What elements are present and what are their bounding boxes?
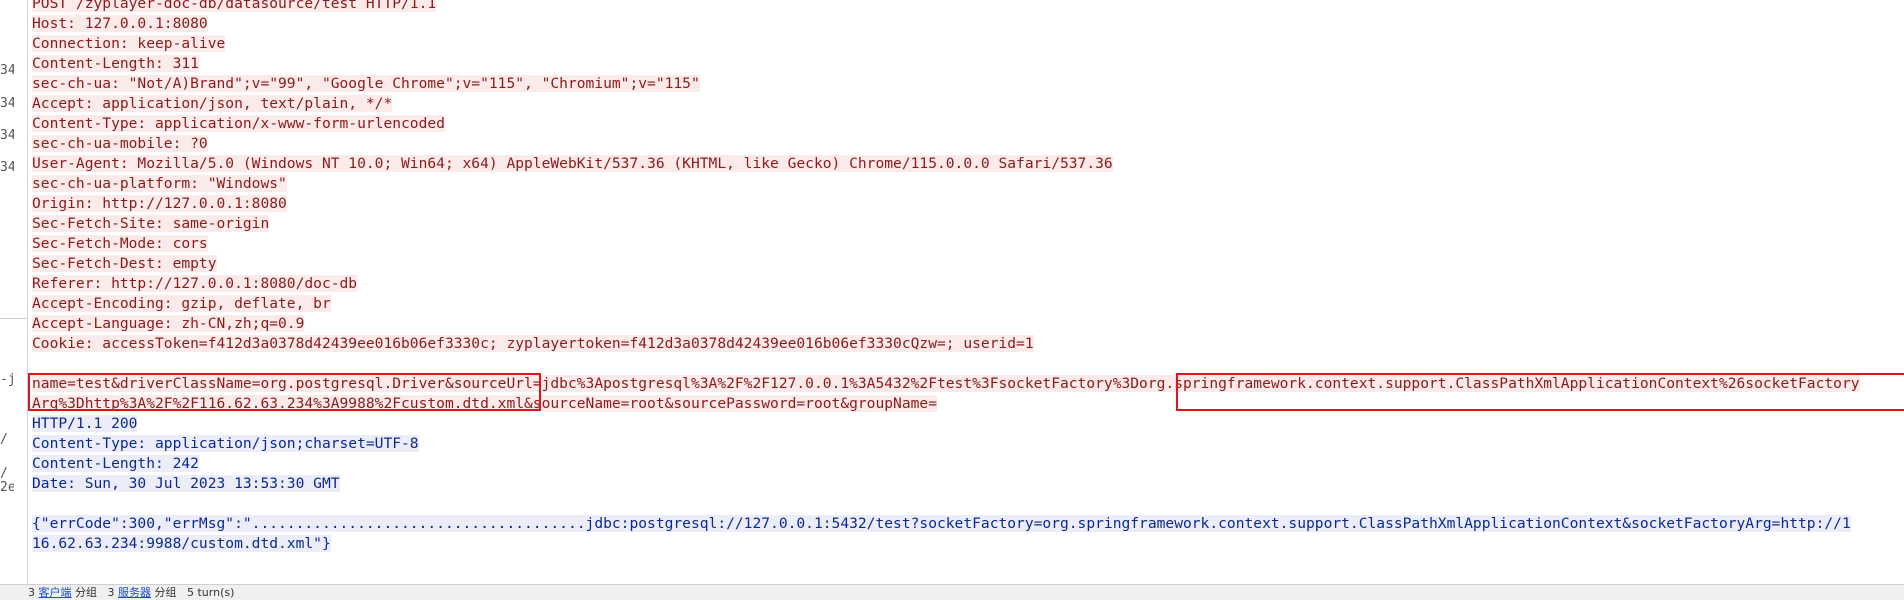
highlight-box-socketfactory <box>1176 373 1904 411</box>
request-header-text: Connection: keep-alive <box>32 35 226 52</box>
gutter-divider <box>0 318 27 319</box>
request-header-text: Referer: http://127.0.0.1:8080/doc-db <box>32 275 358 292</box>
server-group-label: 分组 <box>154 586 177 599</box>
request-header-text: POST /zyplayer-doc-db/datasource/test HT… <box>32 0 437 12</box>
request-header-line: Content-Length: 311 <box>32 54 199 74</box>
response-line: Content-Length: 242 <box>32 454 199 474</box>
response-line: Date: Sun, 30 Jul 2023 13:53:30 GMT <box>32 474 340 494</box>
request-header-text: Content-Type: application/x-www-form-url… <box>32 115 445 132</box>
response-status-line: HTTP/1.1 200 <box>32 414 138 434</box>
request-header-text: sec-ch-ua: "Not/A)Brand";v="99", "Google… <box>32 75 700 92</box>
client-link[interactable]: 客户端 <box>39 586 72 599</box>
gutter-glyph: 34 <box>0 160 14 175</box>
request-header-text: Accept-Encoding: gzip, deflate, br <box>32 295 331 312</box>
request-header-line: Cookie: accessToken=f412d3a0378d42439ee0… <box>32 334 1034 354</box>
request-header-line: Sec-Fetch-Mode: cors <box>32 234 208 254</box>
gutter-glyph: / <box>0 432 8 447</box>
response-text: {"errCode":300,"errMsg":"...............… <box>32 515 1851 532</box>
client-group-label: 分组 <box>75 586 97 599</box>
turn-count: 5 turn(s) <box>187 586 235 599</box>
request-header-text: Accept: application/json, text/plain, */… <box>32 95 393 112</box>
request-header-line: Accept-Encoding: gzip, deflate, br <box>32 294 331 314</box>
response-text: Content-Type: application/json;charset=U… <box>32 435 419 452</box>
request-header-text: Host: 127.0.0.1:8080 <box>32 15 208 32</box>
request-header-line: Host: 127.0.0.1:8080 <box>32 14 208 34</box>
response-line: {"errCode":300,"errMsg":"...............… <box>32 514 1851 534</box>
request-header-text: sec-ch-ua-platform: "Windows" <box>32 175 287 192</box>
gutter-glyph: 34 <box>0 128 14 143</box>
gutter-glyph: 2e/ <box>0 480 14 495</box>
request-header-line: Content-Type: application/x-www-form-url… <box>32 114 445 134</box>
request-header-text: Origin: http://127.0.0.1:8080 <box>32 195 287 212</box>
gutter-glyph: / <box>0 466 8 481</box>
request-header-text: Sec-Fetch-Dest: empty <box>32 255 217 272</box>
server-count: 3 <box>107 586 115 599</box>
gutter-glyph: -j <box>0 372 14 387</box>
request-header-line: Referer: http://127.0.0.1:8080/doc-db <box>32 274 358 294</box>
request-header-text: Sec-Fetch-Mode: cors <box>32 235 208 252</box>
request-header-text: Accept-Language: zh-CN,zh;q=0.9 <box>32 315 305 332</box>
request-header-text: sec-ch-ua-mobile: ?0 <box>32 135 208 152</box>
request-header-text: Cookie: accessToken=f412d3a0378d42439ee0… <box>32 335 1034 352</box>
server-link[interactable]: 服务器 <box>118 586 151 599</box>
request-header-line: Accept: application/json, text/plain, */… <box>32 94 393 114</box>
status-bar: 3 客户端 分组 3 服务器 分组 5 turn(s) <box>0 584 1904 600</box>
request-header-line: User-Agent: Mozilla/5.0 (Windows NT 10.0… <box>32 154 1113 174</box>
response-text: Date: Sun, 30 Jul 2023 13:53:30 GMT <box>32 475 340 492</box>
left-gutter: 34 34 34 34 -j / / 2e/ <box>0 0 28 599</box>
gutter-glyph: 34 <box>0 96 14 111</box>
request-header-line: Connection: keep-alive <box>32 34 226 54</box>
raw-http-pane[interactable]: POST /zyplayer-doc-db/datasource/test HT… <box>28 0 1904 584</box>
gutter-glyph: 34 <box>0 63 14 78</box>
request-header-line: sec-ch-ua-mobile: ?0 <box>32 134 208 154</box>
request-header-line: sec-ch-ua-platform: "Windows" <box>32 174 287 194</box>
response-line: 16.62.63.234:9988/custom.dtd.xml"} <box>32 534 331 554</box>
request-header-line: POST /zyplayer-doc-db/datasource/test HT… <box>32 0 437 14</box>
client-count: 3 <box>28 586 35 599</box>
request-header-text: User-Agent: Mozilla/5.0 (Windows NT 10.0… <box>32 155 1113 172</box>
request-header-text: Sec-Fetch-Site: same-origin <box>32 215 270 232</box>
response-line: Content-Type: application/json;charset=U… <box>32 434 419 454</box>
response-text: Content-Length: 242 <box>32 455 199 472</box>
request-header-line: sec-ch-ua: "Not/A)Brand";v="99", "Google… <box>32 74 700 94</box>
request-header-text: Content-Length: 311 <box>32 55 199 72</box>
request-header-line: Accept-Language: zh-CN,zh;q=0.9 <box>32 314 305 334</box>
response-text: 16.62.63.234:9988/custom.dtd.xml"} <box>32 535 331 552</box>
response-text: HTTP/1.1 200 <box>32 415 138 432</box>
request-header-line: Sec-Fetch-Dest: empty <box>32 254 217 274</box>
request-header-line: Sec-Fetch-Site: same-origin <box>32 214 270 234</box>
request-header-line: Origin: http://127.0.0.1:8080 <box>32 194 287 214</box>
highlight-box-body-start <box>28 373 541 411</box>
